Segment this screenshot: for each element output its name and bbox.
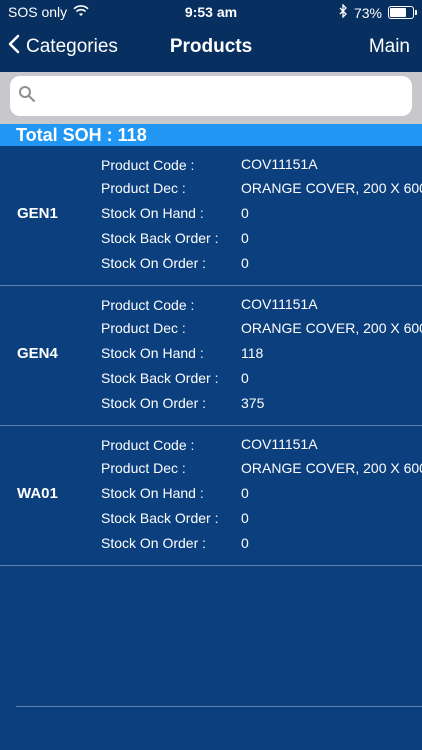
bluetooth-icon [338,3,348,21]
location-code: WA01 [17,485,58,502]
stock-on-hand-value: 0 [241,485,249,501]
stock-on-hand-label: Stock On Hand : [101,205,204,221]
divider [16,706,422,707]
stock-on-order-label: Stock On Order : [101,255,207,271]
product-dec-label: Product Dec : [101,460,186,476]
search-icon [18,85,36,108]
list-item[interactable]: GEN1 Product Code : COV11151A Product De… [0,146,422,286]
search-input[interactable] [10,76,412,116]
product-code-value: COV11151A [241,296,318,312]
product-code-label: Product Code : [101,297,195,313]
search-bar [0,72,422,124]
product-dec-value: ORANGE COVER, 200 X 600 [241,180,422,196]
product-code-value: COV11151A [241,436,318,452]
status-right: 73% [338,3,417,21]
stock-back-order-label: Stock Back Order : [101,510,219,526]
stock-back-order-value: 0 [241,230,249,246]
main-button[interactable]: Main [369,36,410,58]
list-item[interactable]: WA01 Product Code : COV11151A Product De… [0,426,422,566]
list-item[interactable]: GEN4 Product Code : COV11151A Product De… [0,286,422,426]
product-dec-label: Product Dec : [101,320,186,336]
stock-back-order-value: 0 [241,510,249,526]
stock-on-order-value: 0 [241,535,249,551]
stock-list: GEN1 Product Code : COV11151A Product De… [0,146,422,566]
stock-back-order-value: 0 [241,370,249,386]
product-code-label: Product Code : [101,157,195,173]
battery-fill [390,8,407,17]
battery-percent: 73% [353,4,382,21]
stock-on-hand-label: Stock On Hand : [101,485,204,501]
total-soh-header: Total SOH : 118 [0,124,422,146]
product-dec-label: Product Dec : [101,180,186,196]
stock-on-hand-value: 0 [241,205,249,221]
stock-on-order-label: Stock On Order : [101,535,207,551]
navigation-bar: Categories Products Main [0,26,422,72]
battery-icon [388,6,417,19]
product-dec-value: ORANGE COVER, 200 X 600 [241,460,422,476]
location-code: GEN1 [17,205,58,222]
product-code-value: COV11151A [241,156,318,172]
stock-on-order-value: 375 [241,395,265,411]
stock-on-hand-label: Stock On Hand : [101,345,204,361]
stock-on-order-label: Stock On Order : [101,395,207,411]
stock-on-order-value: 0 [241,255,249,271]
stock-on-hand-value: 118 [241,345,264,361]
stock-back-order-label: Stock Back Order : [101,370,219,386]
product-dec-value: ORANGE COVER, 200 X 600 [241,320,422,336]
page-title: Products [169,36,253,57]
status-bar: SOS only 9:53 am 73% [0,0,422,26]
stock-back-order-label: Stock Back Order : [101,230,219,246]
location-code: GEN4 [17,345,58,362]
product-code-label: Product Code : [101,437,195,453]
